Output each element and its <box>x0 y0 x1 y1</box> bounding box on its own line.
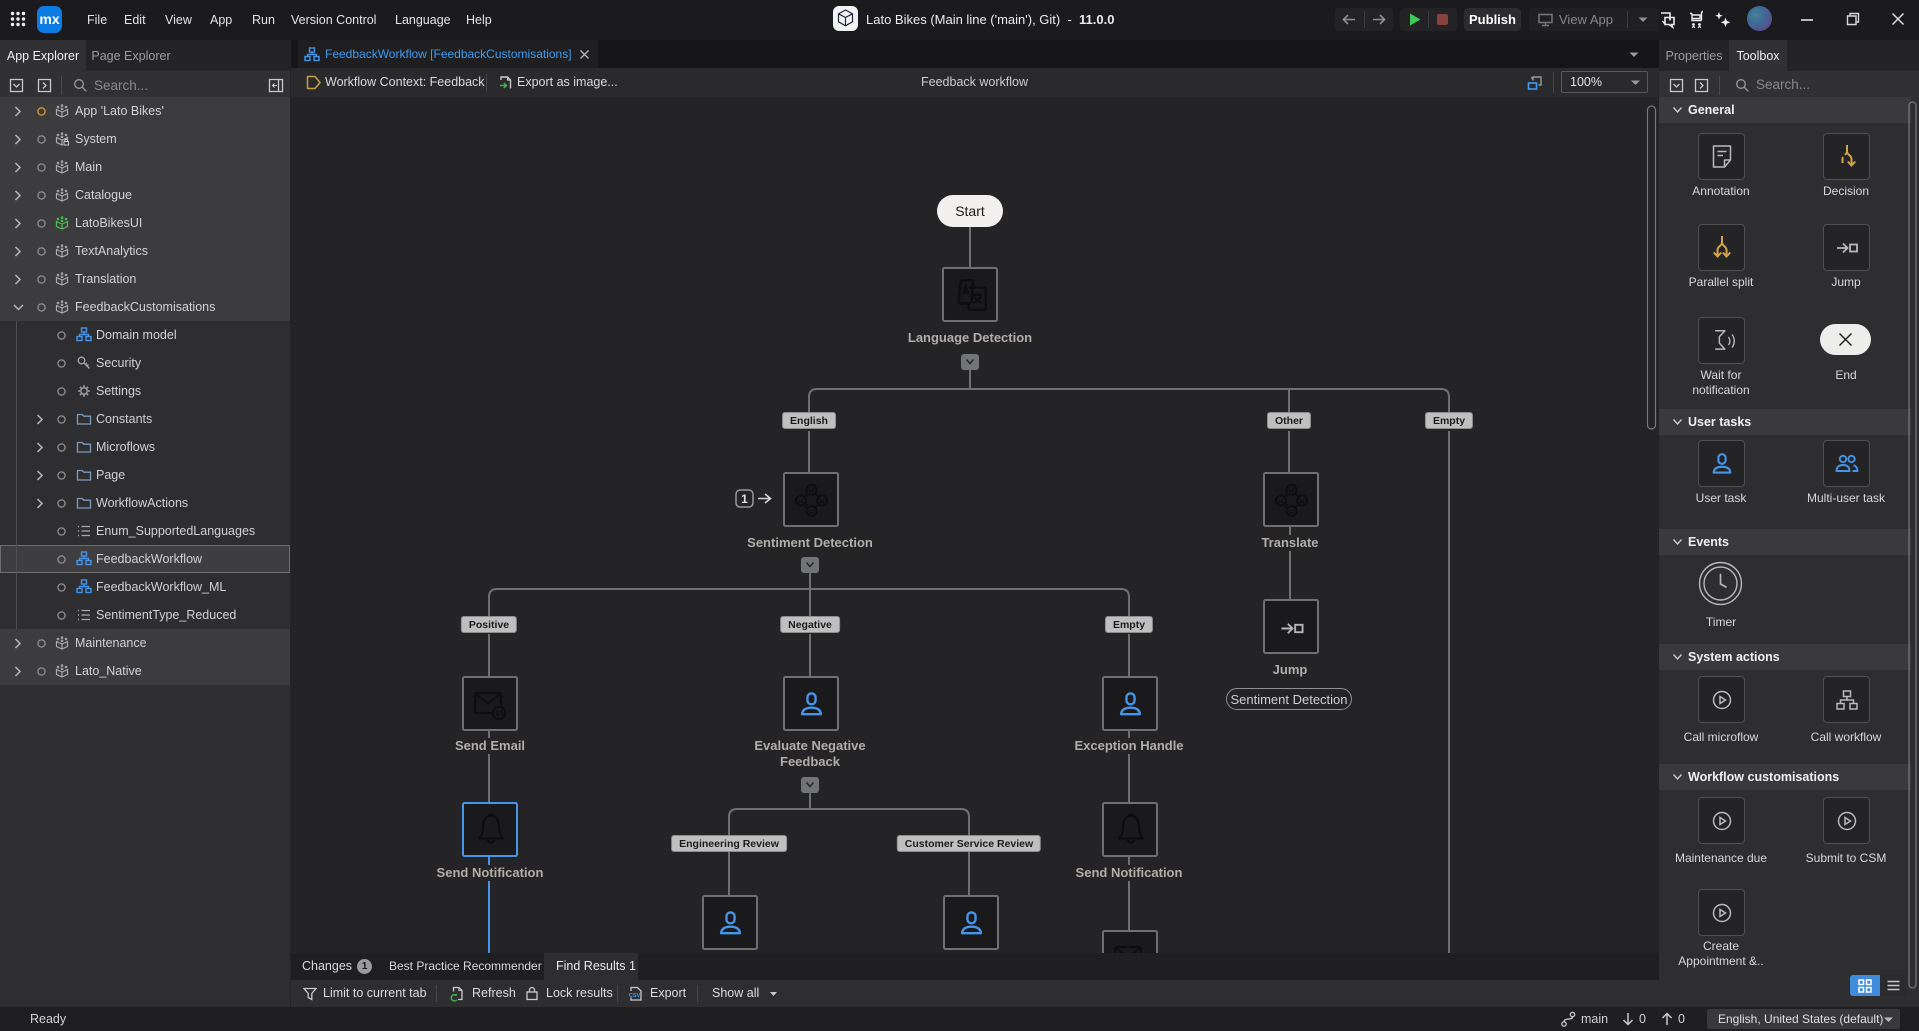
svg-text:CSV: CSV <box>629 993 640 999</box>
svg-text:1: 1 <box>741 492 748 506</box>
